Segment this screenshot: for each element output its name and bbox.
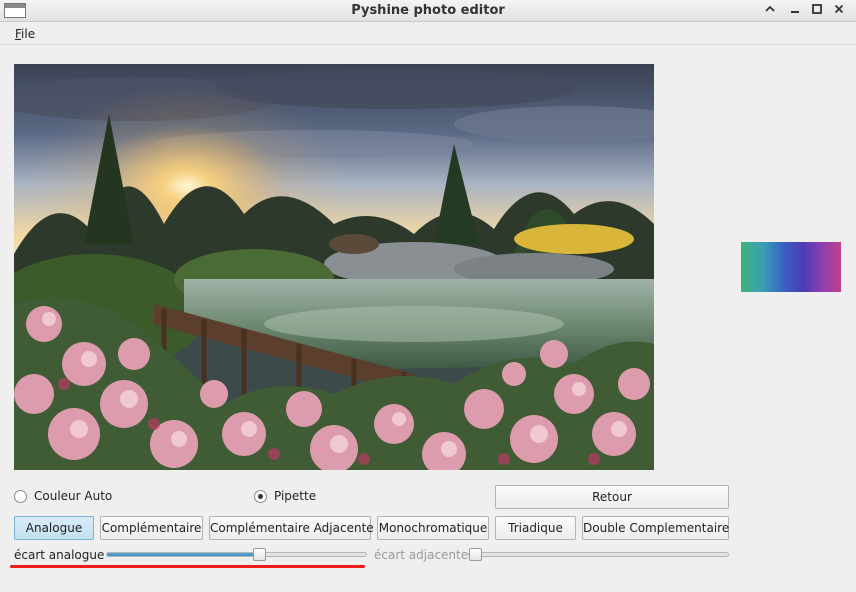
radio-couleur-auto[interactable]: Couleur Auto: [14, 489, 112, 503]
radio-pipette-indicator[interactable]: [254, 489, 267, 503]
menu-file[interactable]: File: [15, 27, 35, 41]
radio-pipette-label: Pipette: [274, 489, 317, 503]
menu-file-label: ile: [21, 27, 36, 41]
landscape-photo-icon: [14, 64, 654, 470]
ecart-analogue-label: écart analogue: [14, 548, 105, 562]
annotation-underline: [10, 565, 365, 568]
close-icon[interactable]: [831, 3, 847, 19]
maximize-icon[interactable]: [809, 3, 825, 19]
ecart-analogue-slider[interactable]: [106, 548, 367, 561]
menu-bar: File: [0, 23, 856, 45]
complementaire-adjacente-button[interactable]: Complémentaire Adjacente: [209, 516, 374, 540]
radio-couleur-auto-indicator[interactable]: [14, 489, 27, 503]
double-complementaire-button[interactable]: Double Complementaire: [582, 516, 729, 540]
radio-pipette[interactable]: Pipette: [254, 489, 316, 503]
analogue-button[interactable]: Analogue: [14, 516, 94, 540]
ecart-adjacente-label: écart adjacente: [374, 548, 469, 562]
ecart-analogue-slider-fill: [107, 553, 260, 556]
ecart-adjacente-slider[interactable]: [468, 548, 729, 561]
complementaire-button[interactable]: Complémentaire: [100, 516, 203, 540]
window-title: Pyshine photo editor: [351, 3, 505, 18]
color-harmony-preview: [741, 242, 841, 292]
monochromatique-button[interactable]: Monochromatique: [377, 516, 489, 540]
ecart-adjacente-slider-handle[interactable]: [469, 548, 482, 561]
radio-couleur-auto-label: Couleur Auto: [34, 489, 113, 503]
retour-button[interactable]: Retour: [495, 485, 729, 509]
photo-preview: [14, 64, 654, 470]
chevron-up-icon[interactable]: [762, 3, 778, 19]
triadique-button[interactable]: Triadique: [495, 516, 576, 540]
ecart-analogue-slider-handle[interactable]: [253, 548, 266, 561]
title-bar: Pyshine photo editor: [0, 0, 856, 22]
minimize-icon[interactable]: [787, 3, 803, 19]
